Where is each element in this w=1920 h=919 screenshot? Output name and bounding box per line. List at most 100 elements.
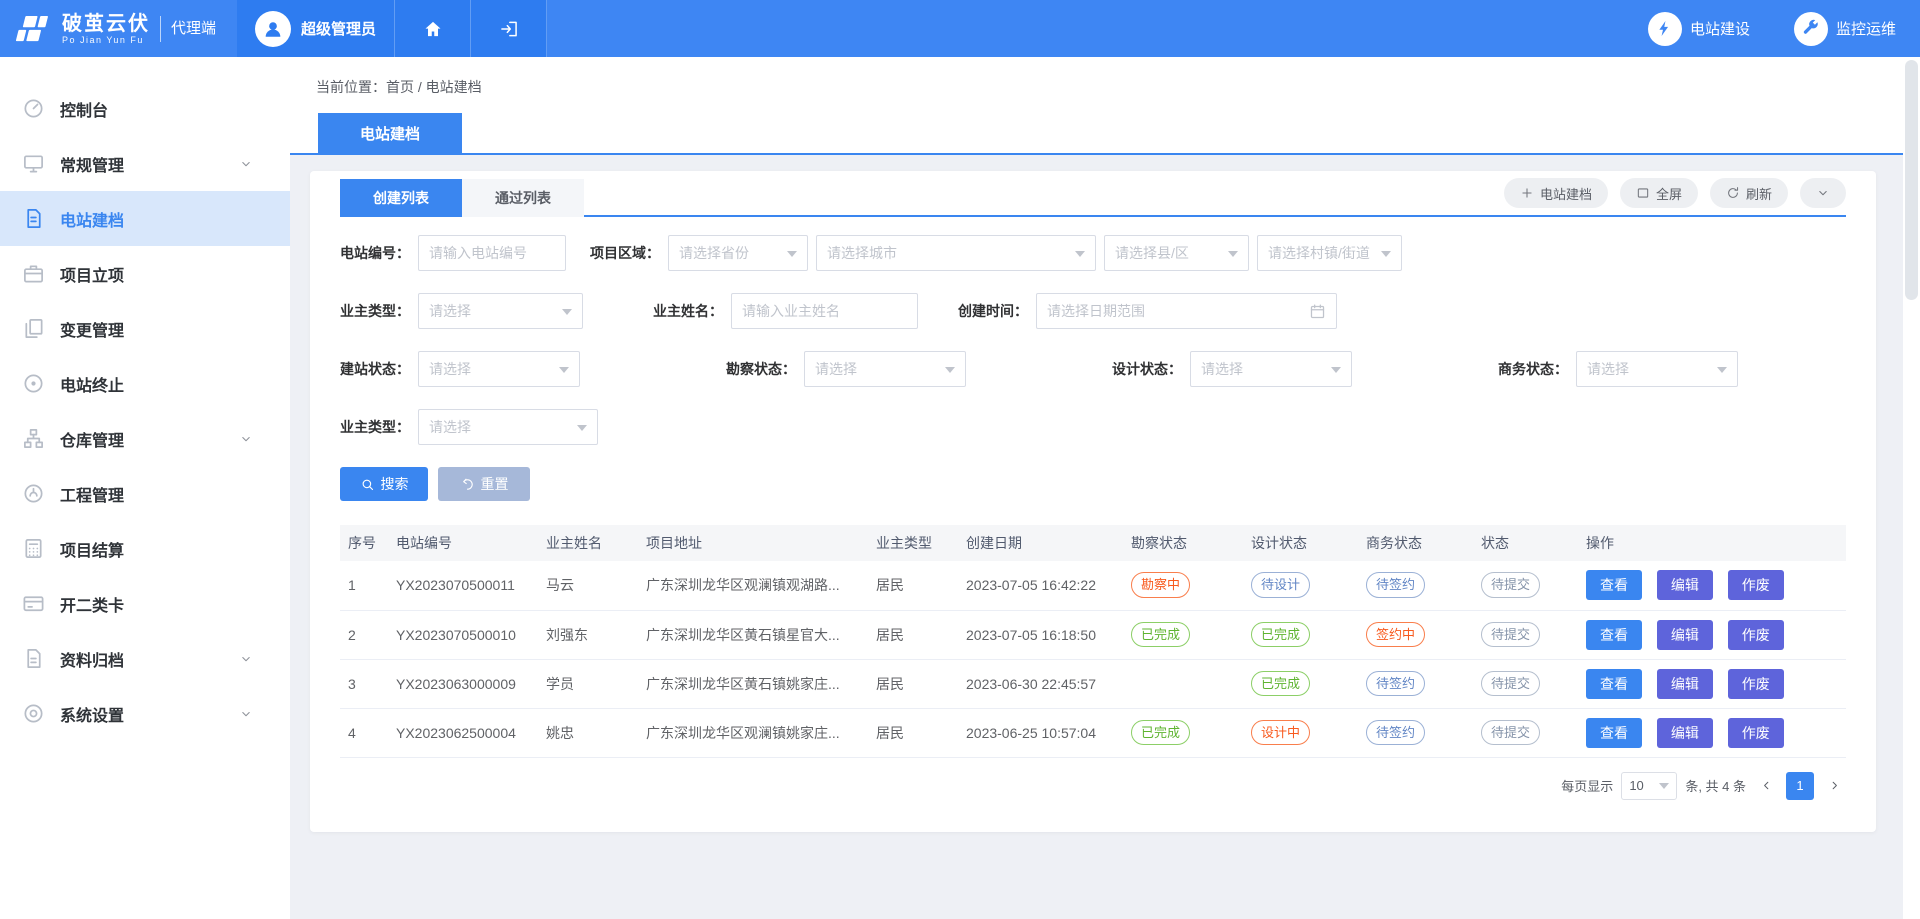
prev-page-button[interactable]	[1754, 772, 1778, 800]
page-tab[interactable]: 电站建档	[318, 113, 462, 153]
top-header: 破茧云伏 Po Jian Yun Fu 代理端 超级管理员 电站建设 监控运维	[0, 0, 1920, 57]
toolbar-button[interactable]: 刷新	[1710, 178, 1788, 208]
cell-owner-type: 居民	[868, 610, 958, 659]
status-badge: 待提交	[1481, 572, 1540, 598]
breadcrumb: 当前位置：首页 / 电站建档	[316, 77, 1920, 97]
view-button[interactable]: 查看	[1586, 620, 1642, 650]
filter-form: 电站编号： 项目区域： 请选择省份 请选择城市 请选择县/区 请选择村镇/街道 …	[340, 217, 1846, 501]
chevron-down-icon	[1816, 186, 1830, 200]
reset-button[interactable]: 重置	[438, 467, 530, 501]
town-select[interactable]: 请选择村镇/街道	[1257, 235, 1402, 271]
user-menu[interactable]: 超级管理员	[237, 0, 395, 57]
sidebar-item-label: 电站建档	[60, 207, 124, 231]
cell-address: 广东深圳龙华区观澜镇观湖路...	[638, 561, 868, 610]
meter-icon	[22, 482, 45, 505]
view-button[interactable]: 查看	[1586, 718, 1642, 748]
design-status-badge: 待设计	[1251, 572, 1310, 598]
sidebar-item[interactable]: 系统设置	[0, 686, 290, 741]
header-nav-item[interactable]: 电站建设	[1648, 12, 1750, 46]
design-status-select[interactable]: 请选择	[1190, 351, 1352, 387]
edit-button[interactable]: 编辑	[1657, 718, 1713, 748]
current-page[interactable]: 1	[1786, 772, 1814, 800]
home-button[interactable]	[395, 0, 471, 57]
table-row: 2 YX2023070500010 刘强东 广东深圳龙华区黄石镇星官大... 居…	[340, 610, 1846, 659]
column-header: 项目地址	[638, 525, 868, 561]
sidebar-item[interactable]: 项目立项	[0, 246, 290, 301]
sidebar-item-label: 资料归档	[60, 647, 124, 671]
sidebar-item[interactable]: 项目结算	[0, 521, 290, 576]
sidebar-item[interactable]: 开二类卡	[0, 576, 290, 631]
page-size-select[interactable]: 10	[1621, 772, 1677, 800]
design-status-badge: 已完成	[1251, 622, 1310, 648]
logout-button[interactable]	[471, 0, 547, 57]
exit-icon	[499, 19, 519, 39]
cell-create-date: 2023-06-25 10:57:04	[958, 708, 1123, 757]
sidebar-item[interactable]: 常规管理	[0, 136, 290, 191]
next-page-button[interactable]	[1822, 772, 1846, 800]
invalidate-button[interactable]: 作废	[1728, 669, 1784, 699]
portal-label: 代理端	[160, 16, 216, 42]
caret-down-icon	[787, 251, 797, 262]
edit-button[interactable]: 编辑	[1657, 570, 1713, 600]
status-badge: 待提交	[1481, 671, 1540, 697]
station-code-input[interactable]	[418, 235, 566, 271]
build-status-select[interactable]: 请选择	[418, 351, 580, 387]
column-header: 业主姓名	[538, 525, 638, 561]
business-status-select[interactable]: 请选择	[1576, 351, 1738, 387]
edit-button[interactable]: 编辑	[1657, 669, 1713, 699]
scrollbar[interactable]	[1903, 57, 1920, 919]
table-header-row: 序号电站编号业主姓名项目地址业主类型创建日期勘察状态设计状态商务状态状态操作	[340, 525, 1846, 561]
cell-address: 广东深圳龙华区黄石镇姚家庄...	[638, 659, 868, 708]
date-range-input[interactable]: 请选择日期范围	[1036, 293, 1337, 329]
sidebar-item[interactable]: 电站建档	[0, 191, 290, 246]
sidebar-item[interactable]: 工程管理	[0, 466, 290, 521]
monitor-icon	[22, 152, 45, 175]
copy-icon	[22, 317, 45, 340]
view-button[interactable]: 查看	[1586, 570, 1642, 600]
cell-create-date: 2023-07-05 16:42:22	[958, 561, 1123, 610]
owner-name-input[interactable]	[731, 293, 918, 329]
panel-toolbar: 电站建档 全屏 刷新	[1504, 171, 1846, 215]
sidebar-item[interactable]: 变更管理	[0, 301, 290, 356]
city-select[interactable]: 请选择城市	[816, 235, 1096, 271]
create-time-label: 创建时间：	[958, 301, 1028, 321]
owner-type-select[interactable]: 请选择	[418, 293, 583, 329]
edit-button[interactable]: 编辑	[1657, 620, 1713, 650]
tab[interactable]: 通过列表	[462, 179, 584, 217]
refresh-icon	[1726, 186, 1740, 200]
sidebar-item[interactable]: 仓库管理	[0, 411, 290, 466]
survey-status-label: 勘察状态：	[726, 359, 796, 379]
county-select[interactable]: 请选择县/区	[1104, 235, 1249, 271]
view-button[interactable]: 查看	[1586, 669, 1642, 699]
header-nav-item[interactable]: 监控运维	[1794, 12, 1896, 46]
business-status-badge: 待签约	[1366, 720, 1425, 746]
toolbar-button[interactable]: 电站建档	[1504, 178, 1608, 208]
sidebar-item[interactable]: 电站终止	[0, 356, 290, 411]
sidebar-item[interactable]: 控制台	[0, 81, 290, 136]
business-status-badge: 签约中	[1366, 622, 1425, 648]
chevron-right-icon	[1828, 779, 1841, 792]
invalidate-button[interactable]: 作废	[1728, 620, 1784, 650]
province-select[interactable]: 请选择省份	[668, 235, 808, 271]
search-button[interactable]: 搜索	[340, 467, 428, 501]
caret-down-icon	[945, 367, 955, 378]
toolbar-button[interactable]	[1800, 178, 1846, 208]
scrollbar-thumb[interactable]	[1905, 60, 1918, 300]
column-header: 商务状态	[1358, 525, 1473, 561]
toolbar-button[interactable]: 全屏	[1620, 178, 1698, 208]
owner-type2-select[interactable]: 请选择	[418, 409, 598, 445]
caret-down-icon	[562, 309, 572, 320]
cell-index: 3	[340, 659, 388, 708]
survey-status-select[interactable]: 请选择	[804, 351, 966, 387]
cell-create-date: 2023-07-05 16:18:50	[958, 610, 1123, 659]
caret-down-icon	[1717, 367, 1727, 378]
chevron-left-icon	[1760, 779, 1773, 792]
cell-owner-type: 居民	[868, 708, 958, 757]
build-status-label: 建站状态：	[340, 359, 410, 379]
invalidate-button[interactable]: 作废	[1728, 570, 1784, 600]
cell-owner-name: 学员	[538, 659, 638, 708]
sidebar-item[interactable]: 资料归档	[0, 631, 290, 686]
cell-owner-type: 居民	[868, 659, 958, 708]
tab[interactable]: 创建列表	[340, 179, 462, 217]
invalidate-button[interactable]: 作废	[1728, 718, 1784, 748]
